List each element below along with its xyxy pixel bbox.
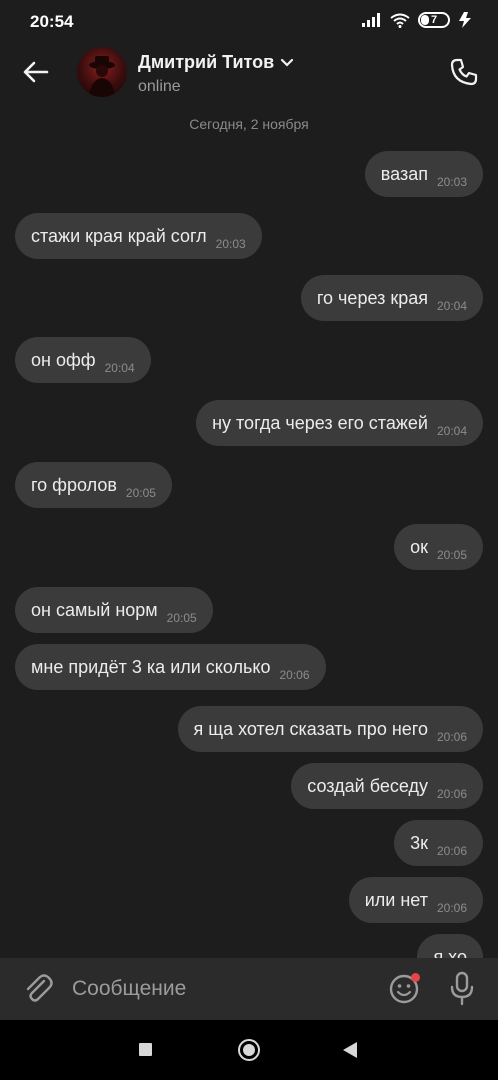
message-bubble[interactable]: ну тогда через его стажей 20:04 [196,400,483,446]
recents-icon[interactable] [139,1043,152,1056]
message-bubble[interactable]: я хо [417,934,483,958]
microphone-icon [450,971,474,1006]
sticker-button[interactable] [386,971,422,1007]
arrow-left-icon [23,61,49,83]
message-time: 20:06 [279,668,310,682]
message-time: 20:06 [436,787,467,801]
date-separator: Сегодня, 2 ноября [189,116,309,132]
battery-icon: 7 [418,12,450,28]
message-bubble[interactable]: вазап 20:03 [364,151,483,197]
nav-back-icon[interactable] [343,1042,357,1058]
message-input[interactable] [72,958,372,1020]
back-button[interactable] [20,56,52,88]
system-nav-bar [0,1020,498,1080]
notification-dot [411,973,420,982]
contact-avatar[interactable] [77,47,127,97]
status-time: 20:54 [30,12,74,31]
message-time: 20:03 [436,175,467,189]
battery-level: 7 [430,14,438,26]
message-text: он офф [31,349,96,370]
message-text: ок [410,536,428,557]
call-button[interactable] [446,54,482,90]
message-text: ну тогда через его стажей [212,412,428,433]
contact-name: Дмитрий Титов [138,52,275,72]
status-bar: 20:54 7 [0,0,498,44]
message-time: 20:05 [166,611,197,625]
contact-name-row[interactable]: Дмитрий Титов [138,52,294,73]
message-time: 20:06 [436,844,467,858]
message-text: мне придёт 3 ка или сколько [31,656,271,677]
message-bubble[interactable]: го через края 20:04 [300,275,483,321]
wifi-icon [390,13,410,28]
message-bubble[interactable]: он офф 20:04 [15,337,151,383]
paperclip-icon [26,974,53,1002]
message-text: 3к [410,832,428,853]
message-text: стажи края край согл [31,225,207,246]
message-time: 20:05 [436,548,467,562]
message-text: я хо [433,946,467,959]
message-text: я ща хотел сказать про него [193,718,428,739]
message-bubble[interactable]: я ща хотел сказать про него 20:06 [177,706,483,752]
chevron-down-icon [281,58,294,67]
status-icons: 7 [362,12,472,28]
chat-header: Дмитрий Титов online [0,44,498,106]
composer-bar [0,958,498,1020]
message-bubble[interactable]: 3к 20:06 [394,820,483,866]
message-text: или нет [364,889,428,910]
message-text: он самый норм [31,599,158,620]
charging-icon [459,12,471,28]
message-time: 20:06 [436,901,467,915]
attach-button[interactable] [20,971,56,1007]
home-icon[interactable] [238,1039,260,1061]
message-text: го фролов [31,474,117,495]
message-bubble[interactable]: создай беседу 20:06 [291,763,483,809]
mic-button[interactable] [444,969,480,1009]
message-time: 20:04 [436,299,467,313]
message-time: 20:04 [436,424,467,438]
message-bubble[interactable]: ок 20:05 [394,524,483,570]
message-time: 20:04 [104,361,135,375]
message-text: вазап [380,163,428,184]
message-text: го через края [316,287,428,308]
message-time: 20:05 [125,486,156,500]
signal-icon [362,13,380,27]
message-time: 20:03 [215,237,246,251]
message-bubble[interactable]: или нет 20:06 [348,877,483,923]
message-bubble[interactable]: он самый норм 20:05 [15,587,213,633]
message-bubble[interactable]: го фролов 20:05 [15,462,172,508]
message-text: создай беседу [307,775,428,796]
contact-status: online [138,78,181,95]
message-time: 20:06 [436,730,467,744]
message-bubble[interactable]: стажи края край согл 20:03 [15,213,262,259]
phone-icon [450,58,478,86]
message-list[interactable]: Сегодня, 2 ноября вазап 20:03 стажи края… [0,106,498,958]
message-bubble[interactable]: мне придёт 3 ка или сколько 20:06 [15,644,326,690]
